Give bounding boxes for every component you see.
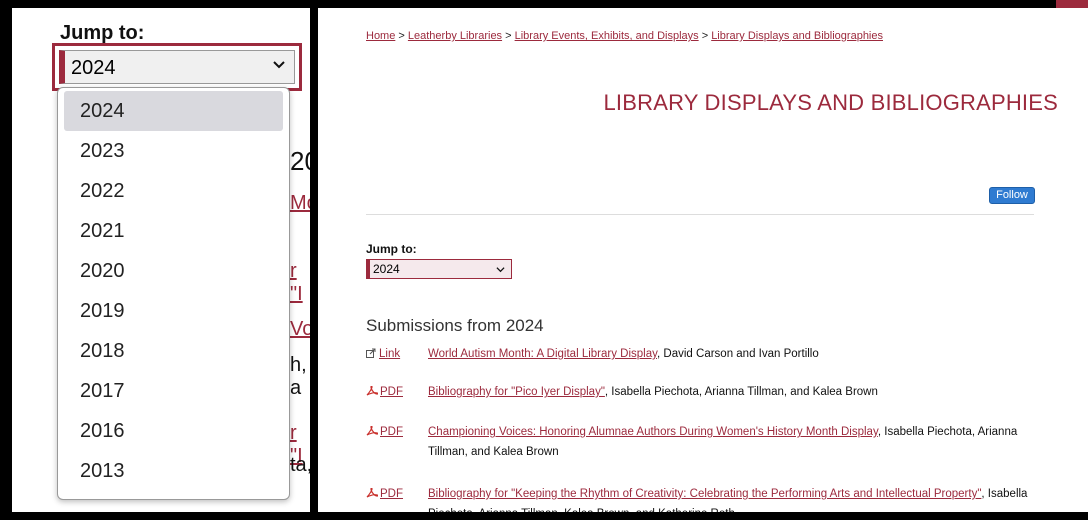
pdf-icon [366,386,378,396]
entry-title-link[interactable]: Bibliography for "Pico Iyer Display" [428,386,605,398]
year-option[interactable]: 2019 [64,291,283,331]
chevron-down-icon [273,61,285,69]
external-link-icon [366,348,376,358]
bg-heading-fragment: 20 [290,146,310,176]
breadcrumb: Home > Leatherby Libraries > Library Eve… [366,30,883,42]
entry-title-link[interactable]: Bibliography for "Keeping the Rhythm of … [428,488,981,500]
year-option[interactable]: 2020 [64,251,283,291]
year-option[interactable]: 2013 [64,451,283,491]
zoom-select-highlight: 2024 [52,43,302,91]
bg-link-fragment: Voi [290,318,310,340]
entry-body: Bibliography for "Keeping the Rhythm of … [428,484,1046,512]
type-label: PDF [380,488,403,500]
entry-body: Bibliography for "Pico Iyer Display", Is… [428,382,1046,402]
bg-text-fragment: ta, [290,454,310,476]
screenshot-stage: 20 Mo r "I Voi h, a r "I ta, Jump to: 20… [0,0,1088,520]
pdf-type-link[interactable]: PDF [366,382,426,402]
entry-body: Championing Voices: Honoring Alumnae Aut… [428,422,1046,462]
year-select-value: 2024 [71,57,116,79]
pdf-type-link[interactable]: PDF [366,484,426,504]
follow-button[interactable]: Follow [989,187,1035,204]
breadcrumb-separator: > [502,30,515,42]
year-option[interactable]: 2016 [64,411,283,451]
entry-authors: , David Carson and Ivan Portillo [657,348,819,360]
year-select[interactable]: 2024 [366,259,512,279]
year-option[interactable]: 2022 [64,171,283,211]
bg-text-fragment: h, a [290,354,307,399]
link-type-link[interactable]: Link [366,344,426,364]
year-option[interactable]: 2017 [64,371,283,411]
library-page: Home > Leatherby Libraries > Library Eve… [318,8,1088,512]
year-option[interactable]: 2018 [64,331,283,371]
pdf-icon [366,488,378,498]
divider [366,214,1034,215]
bg-link-fragment: r "I [290,260,303,305]
corner-accent [1056,0,1088,8]
type-label: Link [379,348,401,360]
page-title: LIBRARY DISPLAYS AND BIBLIOGRAPHIES [603,90,1058,115]
year-select-value: 2024 [373,262,400,276]
year-dropdown-list: 2024 2023 2022 2021 2020 2019 2018 2017 … [57,87,290,500]
submissions-heading: Submissions from 2024 [366,316,544,335]
bg-link-fragment: Mo [290,192,310,214]
entry-title-link[interactable]: World Autism Month: A Digital Library Di… [428,348,657,360]
breadcrumb-separator: > [698,30,712,42]
breadcrumb-separator: > [395,30,408,42]
entry-authors: , Isabella Piechota, Arianna Tillman, an… [604,386,878,398]
type-label: PDF [380,426,403,438]
jump-to-label: Jump to: [366,242,417,256]
year-select-zoomed[interactable]: 2024 [59,50,295,84]
zoom-jump-label: Jump to: [60,22,145,44]
entry-body: World Autism Month: A Digital Library Di… [428,344,1046,364]
pdf-icon [366,426,378,436]
entry-title-link[interactable]: Championing Voices: Honoring Alumnae Aut… [428,426,878,438]
breadcrumb-library-events[interactable]: Library Events, Exhibits, and Displays [515,30,699,42]
year-option[interactable]: 2024 [64,91,283,131]
breadcrumb-library-displays[interactable]: Library Displays and Bibliographies [711,30,883,42]
breadcrumb-leatherby-libraries[interactable]: Leatherby Libraries [408,30,502,42]
zoomed-dropdown-panel: 20 Mo r "I Voi h, a r "I ta, Jump to: 20… [12,8,310,512]
year-option[interactable]: 2021 [64,211,283,251]
chevron-down-icon [496,267,505,273]
type-label: PDF [380,386,403,398]
pdf-type-link[interactable]: PDF [366,422,426,442]
year-option[interactable]: 2023 [64,131,283,171]
breadcrumb-home[interactable]: Home [366,30,395,42]
